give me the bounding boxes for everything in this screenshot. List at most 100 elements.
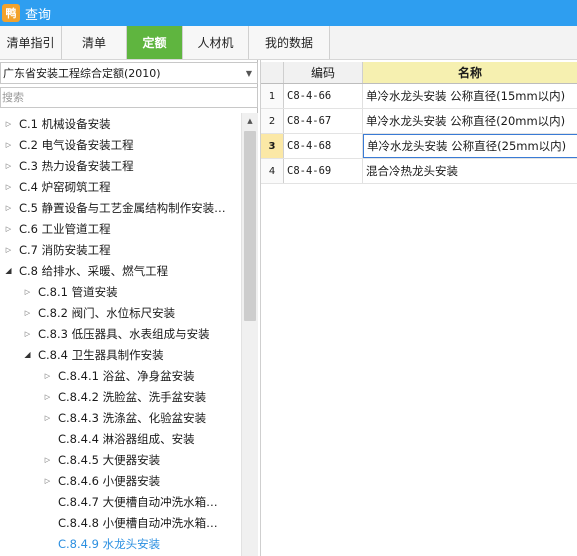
expand-icon[interactable]: ▷ xyxy=(43,414,52,422)
tree-item[interactable]: ▷ C.8.3 低压器具、水表组成与安装 xyxy=(0,323,241,344)
window-title: 查询 xyxy=(25,7,52,23)
expand-icon[interactable]: ▷ xyxy=(4,225,13,233)
tree-item[interactable]: ▷ C.8.4.1 浴盆、净身盆安装 xyxy=(0,365,241,386)
quota-table: 编码 名称 1 C8-4-66 单冷水龙头安装 公称直径(15mm以内) 2 C… xyxy=(261,62,577,184)
category-tree: ▷ C.1 机械设备安装 ▷ C.2 电气设备安装工程 ▷ C.3 热力设备安装工程 … xyxy=(0,113,241,556)
tree-item[interactable]: ▷ C.5 静置设备与工艺金属结构制作安装… xyxy=(0,197,241,218)
tree-item-label: C.8.4.5 大便器安装 xyxy=(58,452,161,467)
collapse-icon[interactable]: ◢ xyxy=(23,350,32,359)
header-index xyxy=(261,62,284,83)
tree-item[interactable]: ▷ C.8.4.5 大便器安装 xyxy=(0,449,241,470)
tree-item[interactable]: ▷ C.2 电气设备安装工程 xyxy=(0,134,241,155)
tree-item[interactable]: C.8.4.7 大便槽自动冲洗水箱… xyxy=(0,491,241,512)
tree-item-label: C.4 炉窑砌筑工程 xyxy=(19,179,111,194)
expand-icon[interactable]: ▷ xyxy=(43,477,52,485)
tree-item-label: C.5 静置设备与工艺金属结构制作安装… xyxy=(19,200,226,215)
tab-labor-material-machine[interactable]: 人材机 xyxy=(183,26,249,59)
tree-item-label: C.8.4.3 洗涤盆、化验盆安装 xyxy=(58,410,207,425)
table-header: 编码 名称 xyxy=(261,62,577,84)
tree-item-label: C.8 给排水、采暖、燃气工程 xyxy=(19,263,169,278)
tree-item[interactable]: ▷ C.1 机械设备安装 xyxy=(0,113,241,134)
row-name: 单冷水龙头安装 公称直径(20mm以内) xyxy=(366,114,566,128)
header-code[interactable]: 编码 xyxy=(284,62,363,83)
tree-item-label: C.8.4.1 浴盆、净身盆安装 xyxy=(58,368,195,383)
expand-icon[interactable]: ▷ xyxy=(4,162,13,170)
tree-item[interactable]: ▷ C.8.1 管道安装 xyxy=(0,281,241,302)
right-pane: 编码 名称 1 C8-4-66 单冷水龙头安装 公称直径(15mm以内) 2 C… xyxy=(260,60,577,556)
row-code: C8-4-68 xyxy=(284,134,363,158)
expand-icon[interactable]: ▷ xyxy=(4,246,13,254)
tab-bar: 清单指引 清单 定额 人材机 我的数据 xyxy=(0,26,577,60)
table-row[interactable]: 1 C8-4-66 单冷水龙头安装 公称直径(15mm以内) xyxy=(261,84,577,109)
row-index: 4 xyxy=(261,159,284,183)
expand-icon[interactable]: ▷ xyxy=(4,120,13,128)
table-row[interactable]: 4 C8-4-69 混合冷热龙头安装 xyxy=(261,159,577,184)
tree-item[interactable]: ▷ C.8.4.2 洗脸盆、洗手盆安装 xyxy=(0,386,241,407)
tree-item[interactable]: ▷ C.3 热力设备安装工程 xyxy=(0,155,241,176)
collapse-icon[interactable]: ◢ xyxy=(4,266,13,275)
left-pane: 广东省安装工程综合定额(2010) ▼ ▷ C.1 机械设备安装 ▷ C.2 电气设… xyxy=(0,60,258,556)
tree-item-label: C.8.2 阀门、水位标尺安装 xyxy=(38,305,176,320)
tree-item[interactable]: ▷ C.8.2 阀门、水位标尺安装 xyxy=(0,302,241,323)
tree-item-selected[interactable]: C.8.4.9 水龙头安装 xyxy=(0,533,241,554)
tree-item[interactable]: C.8.4.4 淋浴器组成、安装 xyxy=(0,428,241,449)
row-name: 单冷水龙头安装 公称直径(25mm以内) xyxy=(363,134,577,158)
tree-item-label: C.8.4.7 大便槽自动冲洗水箱… xyxy=(58,494,218,509)
row-code: C8-4-67 xyxy=(284,109,363,133)
expand-icon[interactable]: ▷ xyxy=(43,393,52,401)
table-row-selected[interactable]: 3 C8-4-68 单冷水龙头安装 公称直径(25mm以内) xyxy=(261,134,577,159)
tree-item[interactable]: C.8.4.8 小便槽自动冲洗水箱… xyxy=(0,512,241,533)
tree-item[interactable]: ◢ C.8.4 卫生器具制作安装 xyxy=(0,344,241,365)
tree-scrollbar[interactable]: ▲ xyxy=(241,113,258,556)
expand-icon[interactable]: ▷ xyxy=(43,456,52,464)
tree-item-label: C.7 消防安装工程 xyxy=(19,242,111,257)
tree-item-label: C.8.4.8 小便槽自动冲洗水箱… xyxy=(58,515,218,530)
tab-bill[interactable]: 清单 xyxy=(62,26,127,59)
row-code: C8-4-66 xyxy=(284,84,363,108)
expand-icon[interactable]: ▷ xyxy=(43,372,52,380)
tree-item[interactable]: ◢ C.8 给排水、采暖、燃气工程 xyxy=(0,260,241,281)
table-row[interactable]: 2 C8-4-67 单冷水龙头安装 公称直径(20mm以内) xyxy=(261,109,577,134)
tree-item-label: C.8.4.6 小便器安装 xyxy=(58,473,161,488)
tab-list-guide[interactable]: 清单指引 xyxy=(0,26,62,59)
expand-icon[interactable]: ▷ xyxy=(4,141,13,149)
scroll-up-arrow-icon[interactable]: ▲ xyxy=(242,113,258,129)
expand-icon[interactable]: ▷ xyxy=(23,309,32,317)
tree-item-label: C.8.4.9 水龙头安装 xyxy=(58,536,161,551)
row-index: 1 xyxy=(261,84,284,108)
tree-item[interactable]: ▷ C.8.4.6 小便器安装 xyxy=(0,470,241,491)
tree-item-label: C.6 工业管道工程 xyxy=(19,221,111,236)
search-input[interactable] xyxy=(1,88,257,107)
row-name: 混合冷热龙头安装 xyxy=(366,164,458,178)
tree-item[interactable]: ▷ C.6 工业管道工程 xyxy=(0,218,241,239)
scrollbar-thumb[interactable] xyxy=(244,131,256,321)
expand-icon[interactable]: ▷ xyxy=(23,330,32,338)
row-index: 2 xyxy=(261,109,284,133)
tree-item-label: C.8.1 管道安装 xyxy=(38,284,118,299)
title-bar: 鸭 查询 xyxy=(0,0,577,26)
expand-icon[interactable]: ▷ xyxy=(23,288,32,296)
tree-item-label: C.8.4.2 洗脸盆、洗手盆安装 xyxy=(58,389,207,404)
tree-item[interactable]: ▷ C.8.4.3 洗涤盆、化验盆安装 xyxy=(0,407,241,428)
tree-item-label: C.3 热力设备安装工程 xyxy=(19,158,134,173)
tab-quota[interactable]: 定额 xyxy=(127,26,183,59)
library-select-value: 广东省安装工程综合定额(2010) xyxy=(3,67,161,80)
tree-item[interactable]: ▷ C.4 炉窑砌筑工程 xyxy=(0,176,241,197)
row-name: 单冷水龙头安装 公称直径(15mm以内) xyxy=(366,89,566,103)
library-select[interactable]: 广东省安装工程综合定额(2010) ▼ xyxy=(0,62,258,84)
tree-item-label: C.8.4 卫生器具制作安装 xyxy=(38,347,164,362)
chevron-down-icon[interactable]: ▼ xyxy=(241,69,257,78)
tree-item-label: C.2 电气设备安装工程 xyxy=(19,137,134,152)
search-box[interactable] xyxy=(0,87,258,108)
tree-item-label: C.1 机械设备安装 xyxy=(19,116,111,131)
tree-item-label: C.8.3 低压器具、水表组成与安装 xyxy=(38,326,210,341)
expand-icon[interactable]: ▷ xyxy=(4,204,13,212)
row-code: C8-4-69 xyxy=(284,159,363,183)
app-logo-icon: 鸭 xyxy=(2,4,20,22)
tree-item[interactable]: ▷ C.7 消防安装工程 xyxy=(0,239,241,260)
header-name[interactable]: 名称 xyxy=(363,62,577,83)
tree-item-label: C.8.4.4 淋浴器组成、安装 xyxy=(58,431,195,446)
tab-my-data[interactable]: 我的数据 xyxy=(249,26,330,59)
row-index: 3 xyxy=(261,134,284,158)
expand-icon[interactable]: ▷ xyxy=(4,183,13,191)
